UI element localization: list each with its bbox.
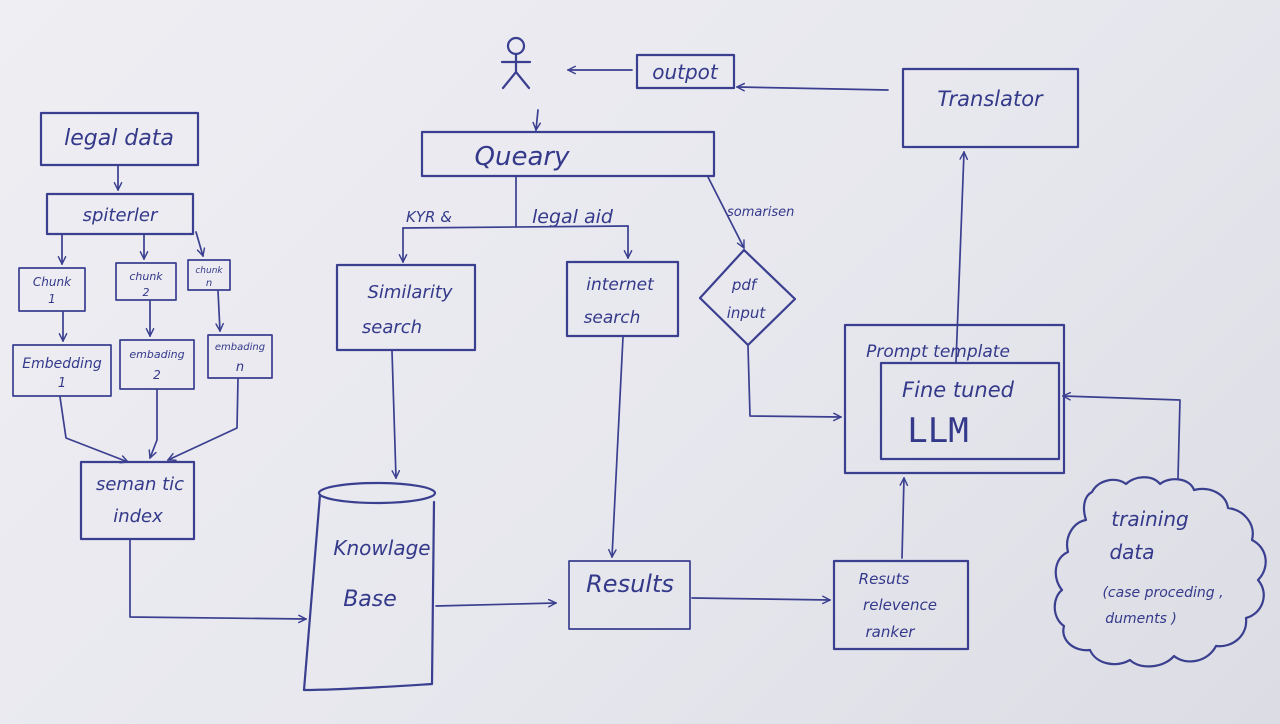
embedding-2-label: embading (129, 348, 184, 361)
splitter-label: spiterler (83, 205, 159, 226)
chunk-2-number: 2 (143, 286, 150, 299)
training-data-label-2: data (1109, 540, 1154, 564)
prompt-template-label: Prompt template (866, 342, 1010, 362)
training-data-label-3: (case proceding , (1102, 585, 1223, 601)
embedding-n-label: embading (215, 342, 265, 353)
knowledge-base-label-2: Base (343, 587, 397, 612)
output-label: outpot (652, 60, 719, 84)
embedding-n-node: embading n (207, 334, 273, 379)
similarity-search-label: Similarity (367, 282, 452, 303)
relevance-ranker-label-2: relevence (863, 596, 937, 614)
chunk-1-number: 1 (48, 292, 56, 306)
pdf-input-decision-node: pdf input (698, 248, 797, 347)
embedding-n-number: n (236, 360, 244, 375)
fine-tuned-llm-label: Fine tuned (902, 378, 1015, 402)
training-data-label: training (1111, 507, 1188, 531)
semantic-index-label-2: index (113, 506, 163, 527)
relevance-ranker-label: Resuts (859, 570, 910, 588)
relevance-ranker-label-3: ranker (866, 623, 916, 641)
chunk-1-node: Chunk 1 (18, 267, 86, 312)
query-node: Queary (420, 130, 716, 178)
chunk-n-number: n (206, 278, 212, 289)
similarity-search-label-2: search (362, 317, 422, 338)
chunk-1-label: Chunk (33, 275, 72, 289)
edge-label-kyr: KYR & (406, 208, 452, 226)
internet-search-label-2: search (584, 308, 641, 328)
llm-label: LLM (907, 411, 968, 451)
internet-search-label: internet (586, 275, 655, 295)
edge-label-legal-aid: legal aid (532, 206, 614, 228)
results-label: Results (586, 570, 674, 598)
similarity-search-node: Similarity search (335, 263, 477, 352)
embedding-1-node: Embedding 1 (12, 344, 112, 397)
chunk-n-node: chunk n (187, 259, 231, 291)
output-node: outpot (635, 53, 736, 90)
chunk-n-label: chunk (195, 266, 223, 276)
pdf-input-label: pdf (731, 276, 759, 294)
user-stick-figure-icon (500, 36, 532, 90)
embedding-2-number: 2 (153, 368, 161, 382)
knowledge-base-label: Knowlage (333, 536, 430, 560)
translator-node: Translator (901, 67, 1080, 149)
splitter-node: spiterler (45, 192, 195, 236)
query-label: Queary (475, 142, 571, 172)
fine-tuned-llm-node: Fine tuned LLM (879, 361, 1061, 461)
translator-label: Translator (937, 87, 1044, 111)
pdf-input-label-2: input (727, 304, 767, 322)
results-node: Results (568, 560, 691, 630)
edge-label-summariser: somarisen (727, 205, 794, 220)
semantic-index-label: seman tic (96, 474, 184, 495)
embedding-1-label: Embedding (22, 356, 102, 372)
legal-data-label: legal data (64, 126, 174, 151)
internet-search-node: internet search (565, 260, 680, 338)
chunk-2-label: chunk (129, 270, 163, 283)
relevance-ranker-node: Resuts relevence ranker (832, 559, 970, 651)
semantic-index-node: seman tic index (79, 460, 196, 541)
embedding-1-number: 1 (58, 376, 66, 391)
embedding-2-node: embading 2 (119, 339, 195, 390)
knowledge-base-cylinder: Knowlage Base (302, 481, 437, 692)
training-data-cloud: training data (case proceding , duments … (1053, 476, 1267, 668)
architecture-diagram: outpot Translator Queary legal data spit… (12, 36, 1267, 692)
training-data-label-4: duments ) (1105, 611, 1177, 627)
chunk-2-node: chunk 2 (115, 262, 177, 301)
legal-data-node: legal data (39, 111, 200, 167)
